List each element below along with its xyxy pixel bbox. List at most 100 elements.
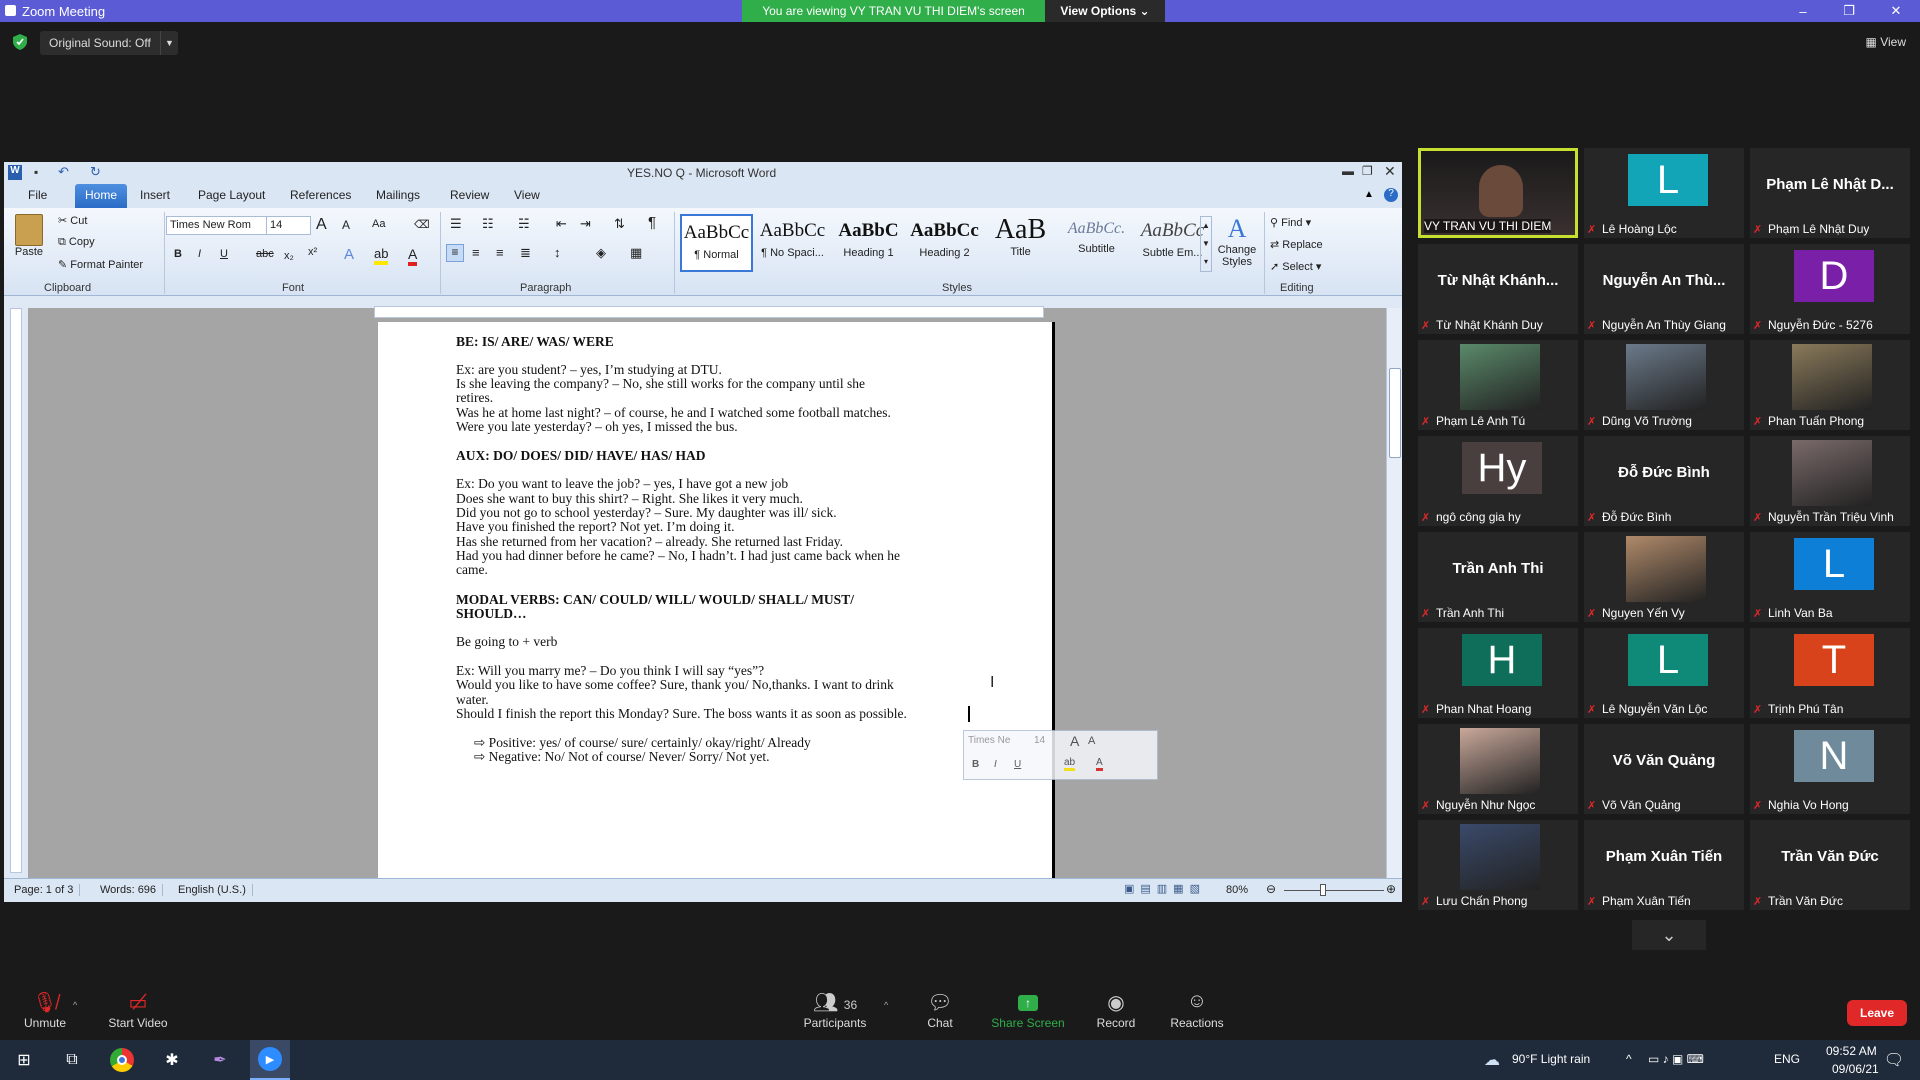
collapse-ribbon-icon[interactable]: ▲ (1364, 189, 1374, 200)
participant-tile[interactable]: Hy ✗ ngô công gia hy (1418, 436, 1578, 526)
align-right-icon[interactable]: ≡ (496, 245, 504, 260)
mini-italic-icon[interactable]: I (994, 759, 997, 770)
view-mode-icons[interactable]: ▣▤▥▦▧ (1124, 882, 1204, 898)
security-shield-icon[interactable] (13, 34, 27, 50)
numbering-icon[interactable]: ☷ (482, 216, 494, 232)
participant-tile[interactable]: ✗ Nguyễn Trần Triệu Vinh (1750, 436, 1910, 526)
vertical-scrollbar[interactable] (1386, 308, 1402, 884)
style-heading-2[interactable]: AaBbCc Heading 2 (908, 214, 981, 272)
justify-icon[interactable]: ≣ (520, 245, 531, 261)
participant-tile[interactable]: ✗ Nguyen Yến Vy (1584, 532, 1744, 622)
highlight-icon[interactable]: ab (374, 246, 389, 265)
participant-tile[interactable]: L ✗ Linh Van Ba (1750, 532, 1910, 622)
zoom-level[interactable]: 80% (1226, 884, 1248, 896)
tab-references[interactable]: References (290, 188, 351, 202)
word-minimize-icon[interactable]: ▬ (1342, 164, 1354, 178)
style-subtle-emphasis[interactable]: AaBbCc Subtle Em... (1136, 214, 1209, 272)
line-spacing-icon[interactable]: ↕ (554, 245, 561, 260)
word-close-icon[interactable]: ✕ (1384, 163, 1396, 180)
change-styles-button[interactable]: A Change Styles (1216, 214, 1258, 268)
style-title[interactable]: AaB Title (984, 214, 1057, 272)
document-page[interactable]: BE: IS/ ARE/ WAS/ WERE Ex: are you stude… (378, 322, 1052, 882)
participant-tile[interactable]: L ✗ Lê Nguyễn Văn Lộc (1584, 628, 1744, 718)
subscript-icon[interactable]: x₂ (284, 250, 294, 262)
restore-icon[interactable]: ❐ (1829, 0, 1869, 22)
participants-chevron-icon[interactable]: ^ (884, 1000, 888, 1010)
zoom-in-icon[interactable]: ⊕ (1386, 882, 1396, 896)
bold-icon[interactable]: B (174, 248, 182, 260)
tab-file[interactable]: File (28, 188, 47, 202)
audio-options-chevron-icon[interactable]: ^ (73, 1000, 77, 1010)
participant-tile[interactable]: Đỗ Đức Bình ✗ Đỗ Đức Bình (1584, 436, 1744, 526)
superscript-icon[interactable]: x² (308, 246, 317, 258)
participant-tile[interactable]: ✗ Phan Tuấn Phong (1750, 340, 1910, 430)
borders-icon[interactable]: ▦ (630, 245, 642, 261)
decrease-indent-icon[interactable]: ⇤ (556, 216, 567, 232)
participant-tile[interactable]: ✗ Dũng Võ Trường (1584, 340, 1744, 430)
task-view-icon[interactable]: ⧉ (60, 1048, 84, 1072)
participant-tile[interactable]: Nguyễn An Thù... ✗ Nguyễn An Thùy Giang (1584, 244, 1744, 334)
font-color-icon[interactable]: A (408, 246, 418, 266)
help-icon[interactable]: ? (1384, 188, 1398, 202)
grow-font-icon[interactable]: A (316, 216, 327, 234)
style-heading-1[interactable]: AaBbC Heading 1 (832, 214, 905, 272)
tab-review[interactable]: Review (450, 188, 489, 202)
sort-icon[interactable]: ⇅ (614, 216, 625, 232)
pen-app-icon[interactable]: ✒ (208, 1048, 232, 1072)
participant-tile[interactable]: Trần Anh Thi ✗ Trần Anh Thi (1418, 532, 1578, 622)
participant-tile[interactable]: N ✗ Nghia Vo Hong (1750, 724, 1910, 814)
tab-view[interactable]: View (514, 188, 540, 202)
original-sound-toggle[interactable]: Original Sound: Off ▼ (40, 31, 178, 55)
participant-tile[interactable]: VY TRAN VU THI DIEM (1418, 148, 1578, 238)
participant-tile[interactable]: Phạm Lê Nhật D... ✗ Phạm Lê Nhật Duy (1750, 148, 1910, 238)
zoom-out-icon[interactable]: ⊖ (1266, 882, 1276, 896)
mini-bold-icon[interactable]: B (972, 759, 979, 770)
italic-icon[interactable]: I (198, 248, 201, 260)
zoom-slider-thumb[interactable] (1320, 884, 1326, 896)
chat-button[interactable]: 💬︎ Chat (900, 990, 980, 1030)
tray-icons[interactable]: ▭ ♪ ▣ ⌨ (1648, 1052, 1704, 1066)
close-icon[interactable]: ✕ (1876, 0, 1916, 22)
save-icon[interactable]: ▪ (34, 165, 38, 179)
select-button[interactable]: ➚ Select ▾ (1270, 260, 1321, 273)
participant-tile[interactable]: D ✗ Nguyễn Đức - 5276 (1750, 244, 1910, 334)
chevron-down-icon[interactable]: ▼ (160, 31, 178, 55)
input-language[interactable]: ENG (1774, 1052, 1800, 1066)
styles-scroll-icon[interactable]: ▲ ▼ ▾ (1200, 216, 1212, 272)
clear-formatting-icon[interactable]: ⌫ (414, 218, 430, 231)
participant-tile[interactable]: T ✗ Trịnh Phú Tân (1750, 628, 1910, 718)
shading-icon[interactable]: ◈ (596, 245, 606, 261)
mini-highlight-icon[interactable]: ab (1064, 757, 1076, 771)
tray-chevron-icon[interactable]: ^ (1626, 1052, 1632, 1066)
participant-tile[interactable]: Từ Nhật Khánh... ✗ Từ Nhật Khánh Duy (1418, 244, 1578, 334)
format-painter-button[interactable]: ✎ Format Painter (58, 258, 143, 271)
start-video-button[interactable]: ▭̸ Start Video (98, 990, 178, 1030)
mini-shrink-font-icon[interactable]: A (1088, 735, 1095, 747)
participant-tile[interactable]: Trần Văn Đức ✗ Trần Văn Đức (1750, 820, 1910, 910)
tab-insert[interactable]: Insert (140, 188, 170, 202)
mini-grow-font-icon[interactable]: A (1070, 733, 1079, 749)
record-button[interactable]: ◉ Record (1076, 990, 1156, 1030)
style-subtitle[interactable]: AaBbCc. Subtitle (1060, 214, 1133, 272)
underline-icon[interactable]: U (220, 248, 228, 260)
clock-time[interactable]: 09:52 AM (1826, 1044, 1877, 1058)
windows-start-icon[interactable]: ⊞ (12, 1048, 36, 1072)
page-count[interactable]: Page: 1 of 3 (8, 884, 81, 896)
reactions-button[interactable]: ☺︎ Reactions (1157, 990, 1237, 1030)
unmute-button[interactable]: 🎙︎̸ Unmute (5, 990, 85, 1030)
style-no-spacing[interactable]: AaBbCc ¶ No Spaci... (756, 214, 829, 272)
view-options-button[interactable]: View Options ⌄ (1045, 0, 1165, 22)
find-button[interactable]: ⚲ Find ▾ (1270, 216, 1311, 229)
mini-underline-icon[interactable]: U (1014, 759, 1021, 770)
participant-tile[interactable]: L ✗ Lê Hoàng Lộc (1584, 148, 1744, 238)
style-normal[interactable]: AaBbCc ¶ Normal (680, 214, 753, 272)
change-case-icon[interactable]: Aa (372, 218, 385, 230)
share-screen-button[interactable]: ↑ Share Screen (988, 990, 1068, 1030)
paste-button[interactable]: Paste (12, 214, 46, 258)
participant-tile[interactable]: ✗ Lưu Chấn Phong (1418, 820, 1578, 910)
tab-mailings[interactable]: Mailings (376, 188, 420, 202)
horizontal-ruler[interactable] (374, 306, 1044, 318)
cut-button[interactable]: ✂ Cut (58, 214, 87, 227)
copy-button[interactable]: ⧉ Copy (58, 236, 95, 249)
word-count[interactable]: Words: 696 (94, 884, 164, 896)
